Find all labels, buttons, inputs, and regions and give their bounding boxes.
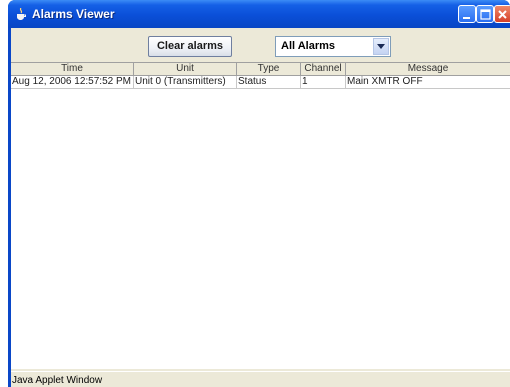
table-row[interactable]: Aug 12, 2006 12:57:52 PM Unit 0 (Transmi…	[11, 76, 510, 89]
column-header-message[interactable]: Message	[346, 63, 510, 75]
table-header: Time Unit Type Channel Message	[11, 63, 510, 76]
title-bar[interactable]: Alarms Viewer	[8, 0, 510, 28]
alarms-table[interactable]: Time Unit Type Channel Message Aug 12, 2…	[11, 62, 510, 369]
minimize-icon	[463, 17, 470, 19]
status-bar: Java Applet Window	[11, 371, 510, 387]
cell-unit: Unit 0 (Transmitters)	[134, 76, 237, 88]
applet-warning-label: Java Applet Window	[12, 375, 103, 386]
alarm-filter-value: All Alarms	[281, 40, 336, 52]
maximize-icon	[480, 9, 491, 20]
cell-type: Status	[237, 76, 301, 88]
column-header-channel[interactable]: Channel	[301, 63, 346, 75]
java-coffee-icon	[17, 8, 26, 20]
chevron-down-icon	[377, 44, 385, 49]
maximize-button[interactable]	[476, 5, 494, 23]
minimize-button[interactable]	[458, 5, 476, 23]
close-button[interactable]	[494, 5, 510, 23]
client-area: Clear alarms All Alarms Time Unit Type C…	[11, 28, 510, 387]
cell-channel: 1	[301, 76, 346, 88]
alarm-filter-select[interactable]: All Alarms	[275, 36, 391, 57]
cell-message: Main XMTR OFF	[347, 76, 423, 87]
column-header-time[interactable]: Time	[11, 63, 134, 75]
window-title: Alarms Viewer	[32, 7, 115, 21]
cell-time: Aug 12, 2006 12:57:52 PM	[11, 76, 134, 88]
clear-alarms-button[interactable]: Clear alarms	[148, 36, 232, 57]
dropdown-button[interactable]	[373, 38, 389, 55]
column-header-type[interactable]: Type	[237, 63, 301, 75]
column-header-unit[interactable]: Unit	[134, 63, 237, 75]
close-icon	[498, 10, 507, 19]
alarms-viewer-window: Alarms Viewer Clear alarms All Alarms Ti…	[8, 0, 510, 387]
